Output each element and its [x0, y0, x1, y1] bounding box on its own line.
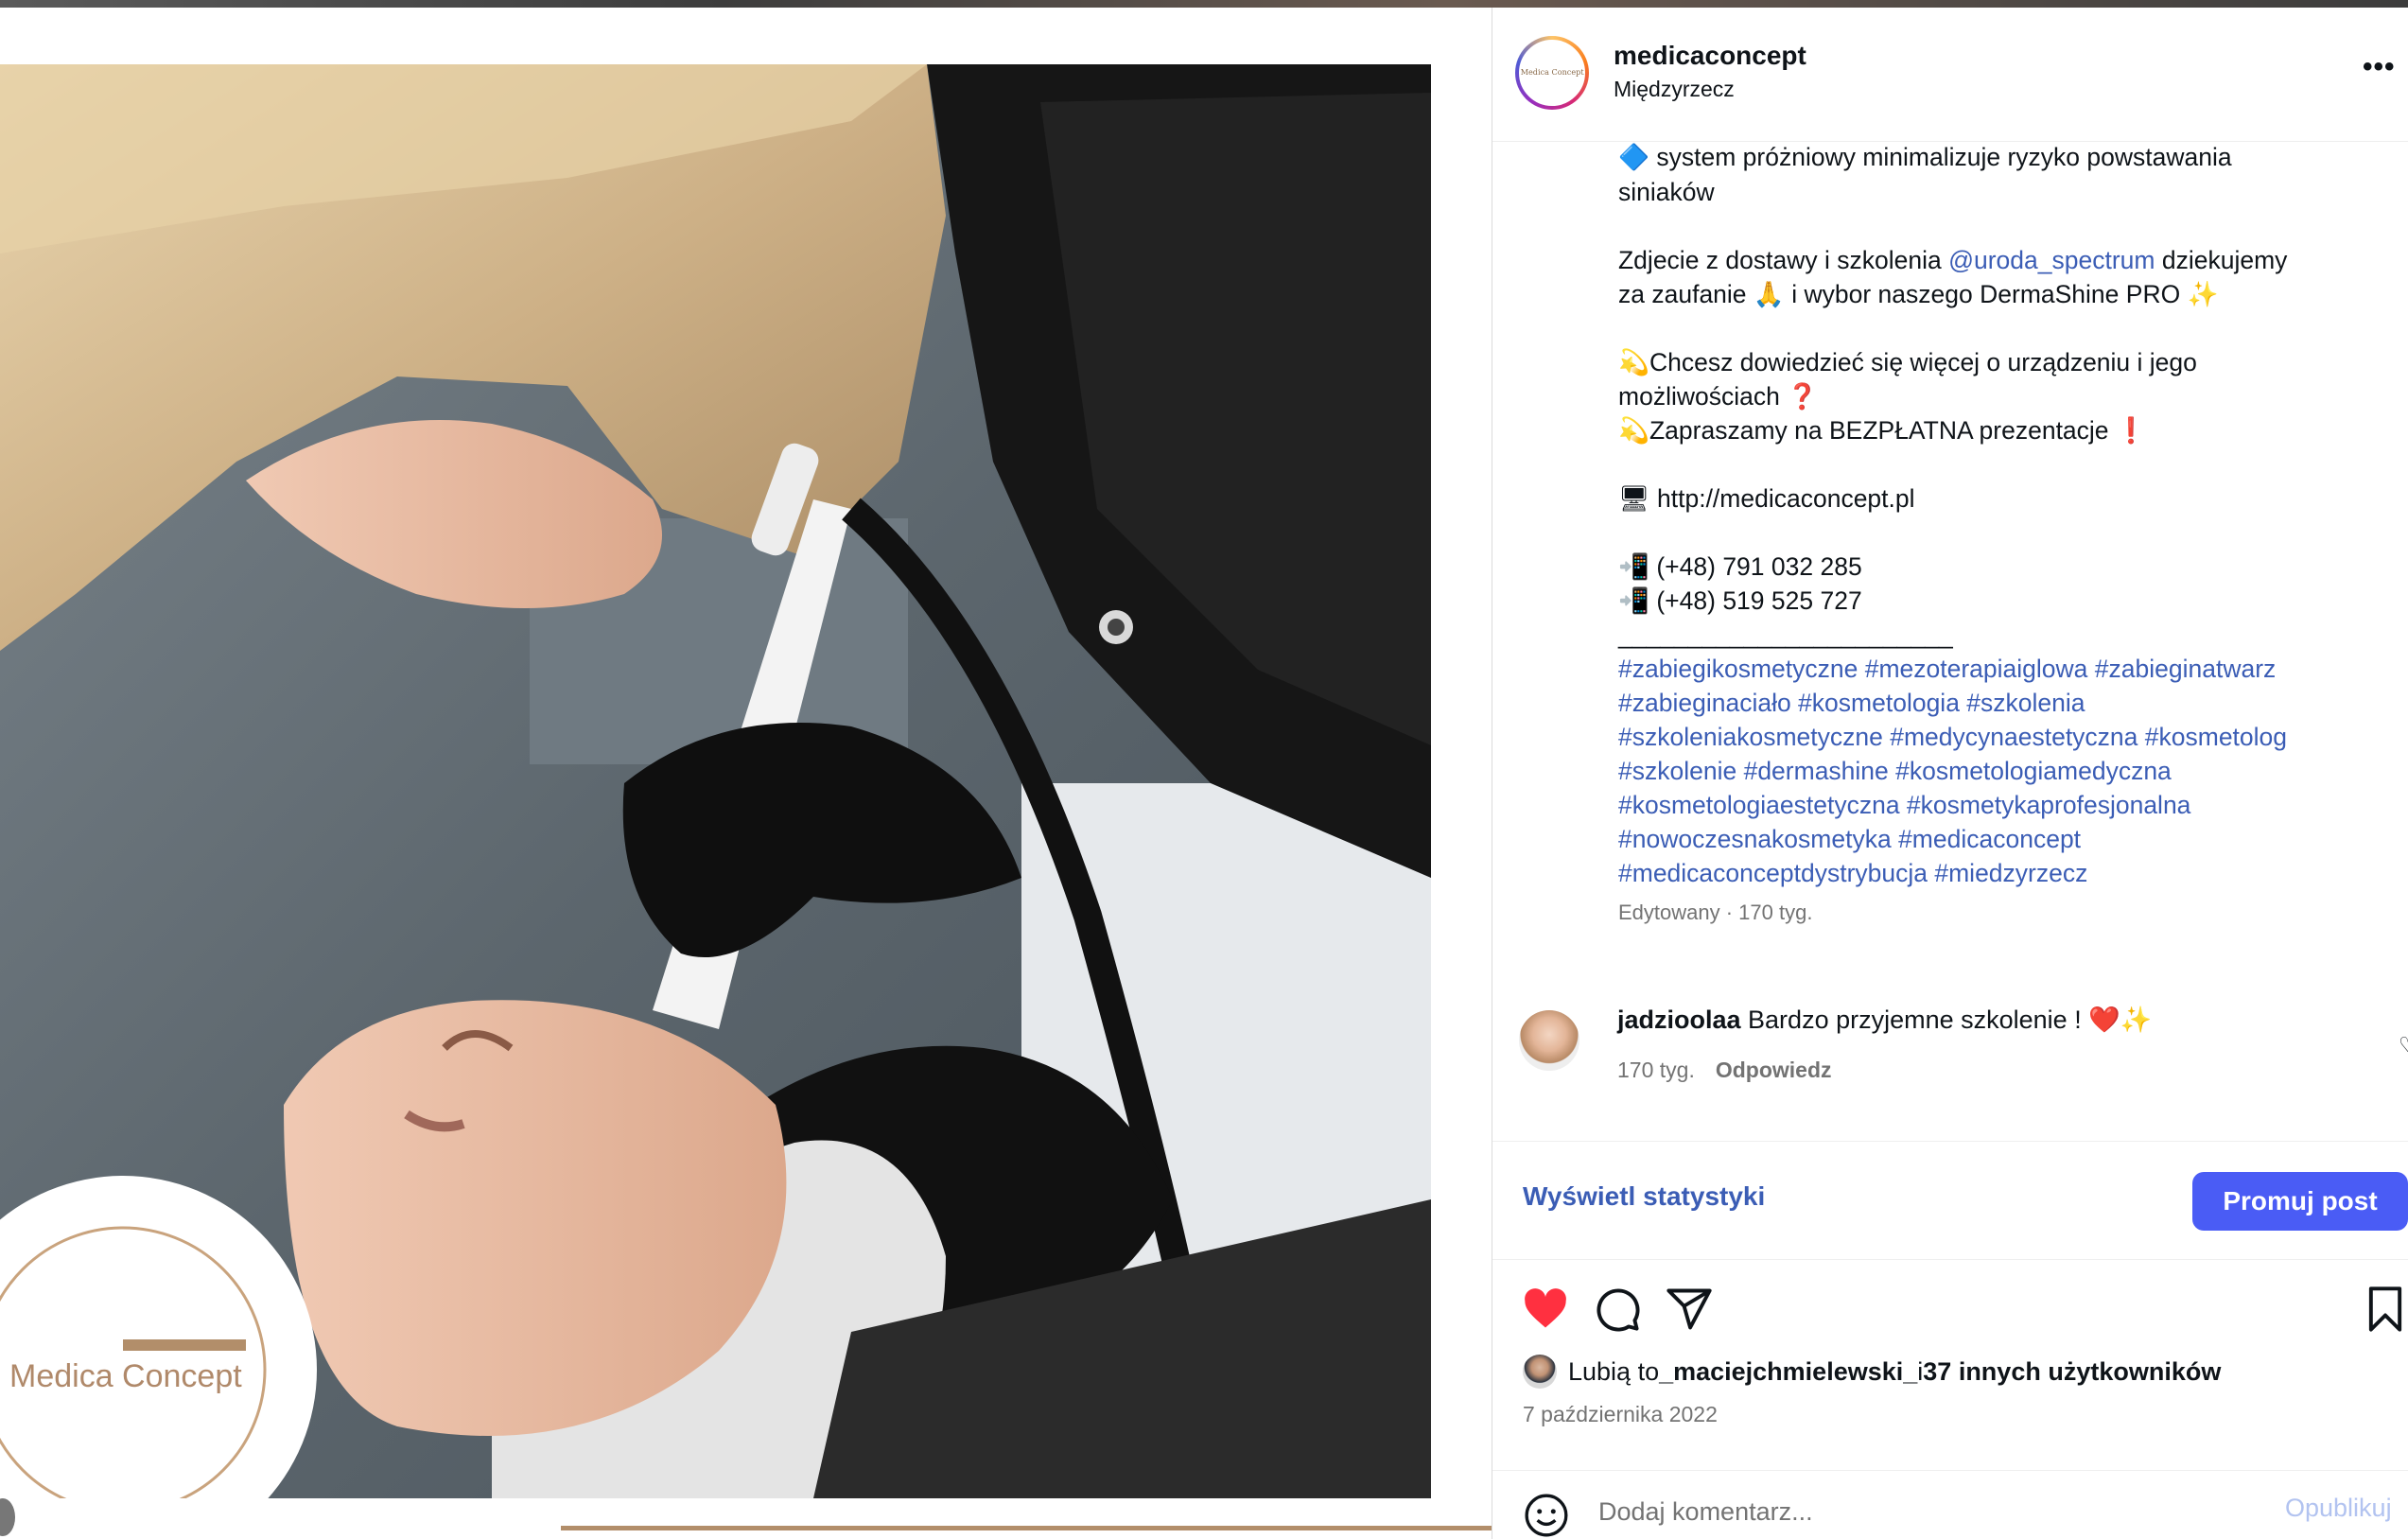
edited-timestamp: Edytowany · 170 tyg.	[1618, 901, 1813, 924]
bookmark-icon[interactable]	[2361, 1285, 2408, 1334]
view-stats-link[interactable]: Wyświetl statystyki	[1523, 1181, 1765, 1212]
comment-item: jadzioolaa Bardzo przyjemne szkolenie ! …	[1519, 1003, 2408, 1107]
caption-phone: 📲 (+48) 791 032 285	[1618, 552, 1862, 581]
comment-text: Bardzo przyjemne szkolenie ! ❤️✨	[1740, 1006, 2153, 1034]
caption-divider: ________________________	[1618, 621, 1953, 649]
post-location[interactable]: Międzyrzecz	[1614, 77, 1735, 102]
photo-watermark: Medica Concept	[9, 1358, 242, 1394]
caption-line: możliwościach ❓	[1618, 382, 1819, 411]
background-page-strip	[0, 0, 2408, 8]
caption-line: siniaków	[1618, 178, 1715, 206]
caption-line: 🔷 system próżniowy minimalizuje ryzyko p…	[1618, 143, 2232, 172]
stats-row: Wyświetl statystyki Promuj post	[1492, 1141, 2408, 1260]
caption-website: 🖥 http://medicaconcept.pl	[1618, 484, 1915, 513]
mention-link[interactable]: @uroda_spectrum	[1948, 246, 2155, 274]
hashtag-line[interactable]: #szkoleniakosmetyczne #medycynaestetyczn…	[1618, 720, 2384, 754]
post-details-panel: Medica Concept medicaconcept Międzyrzecz…	[1492, 8, 2408, 1539]
comment-icon[interactable]	[1593, 1285, 1642, 1334]
commenter-username[interactable]: jadzioolaa	[1617, 1006, 1741, 1034]
hashtag-line[interactable]: #kosmetologiaestetyczna #kosmetykaprofes…	[1618, 788, 2384, 822]
carousel-indicator	[0, 1498, 15, 1536]
media-panel: Medica Concept	[0, 8, 1492, 1539]
liker-username[interactable]: _maciejchmielewski_	[1659, 1357, 1917, 1387]
promote-post-button[interactable]: Promuj post	[2192, 1172, 2408, 1231]
caption-line: 💫Chcesz dowiedzieć się więcej o urządzen…	[1618, 348, 2197, 376]
hashtag-line[interactable]: #medicaconceptdystrybucja #miedzyrzecz	[1618, 856, 2384, 890]
caption-line: 💫Zapraszamy na BEZPŁATNA prezentacje ❗	[1618, 416, 2147, 445]
liker-avatar[interactable]	[1523, 1355, 1557, 1389]
likes-summary: Lubią to _maciejchmielewski_ i 37 innych…	[1523, 1355, 2221, 1389]
caption-line: Zdjecie z dostawy i szkolenia @uroda_spe…	[1618, 246, 2288, 274]
emoji-icon[interactable]	[1523, 1492, 1570, 1539]
share-icon[interactable]	[1665, 1285, 1714, 1334]
caption-phone: 📲 (+48) 519 525 727	[1618, 586, 1862, 615]
heart-icon[interactable]	[1521, 1285, 1570, 1334]
hashtag-line[interactable]: #szkolenie #dermashine #kosmetologiamedy…	[1618, 754, 2384, 788]
more-icon[interactable]: •••	[2363, 51, 2396, 83]
post-caption: 🔷 system próżniowy minimalizuje ryzyko p…	[1618, 140, 2384, 930]
comment-input[interactable]	[1597, 1486, 2211, 1537]
commenter-avatar[interactable]	[1519, 1010, 1579, 1071]
caption-line: za zaufanie 🙏 i wybor naszego DermaShine…	[1618, 280, 2219, 308]
other-likers-link[interactable]: 37 innych użytkowników	[1923, 1357, 2221, 1387]
post-header: Medica Concept medicaconcept Międzyrzecz…	[1492, 8, 2408, 142]
hashtag-line[interactable]: #nowoczesnakosmetyka #medicaconcept	[1618, 822, 2384, 856]
post-date: 7 października 2022	[1523, 1402, 1718, 1426]
add-comment-bar: Opublikuj	[1492, 1470, 2408, 1539]
action-bar	[1492, 1260, 2408, 1345]
reply-button[interactable]: Odpowiedz	[1716, 1058, 1832, 1082]
post-photo[interactable]: Medica Concept	[0, 64, 1431, 1498]
avatar[interactable]: Medica Concept	[1515, 36, 1589, 110]
comment-age: 170 tyg.	[1617, 1058, 1695, 1082]
like-comment-icon[interactable]: ♡	[2399, 1033, 2408, 1058]
avatar-logo-text: Medica Concept	[1520, 68, 1584, 78]
media-bottom-bar	[561, 1526, 1492, 1530]
hashtag-line[interactable]: #zabieginaciało #kosmetologia #szkolenia	[1618, 686, 2384, 720]
hashtag-line[interactable]: #zabiegikosmetyczne #mezoterapiaiglowa #…	[1618, 652, 2384, 686]
publish-button[interactable]: Opublikuj	[2285, 1494, 2392, 1523]
post-username[interactable]: medicaconcept	[1614, 41, 1806, 71]
